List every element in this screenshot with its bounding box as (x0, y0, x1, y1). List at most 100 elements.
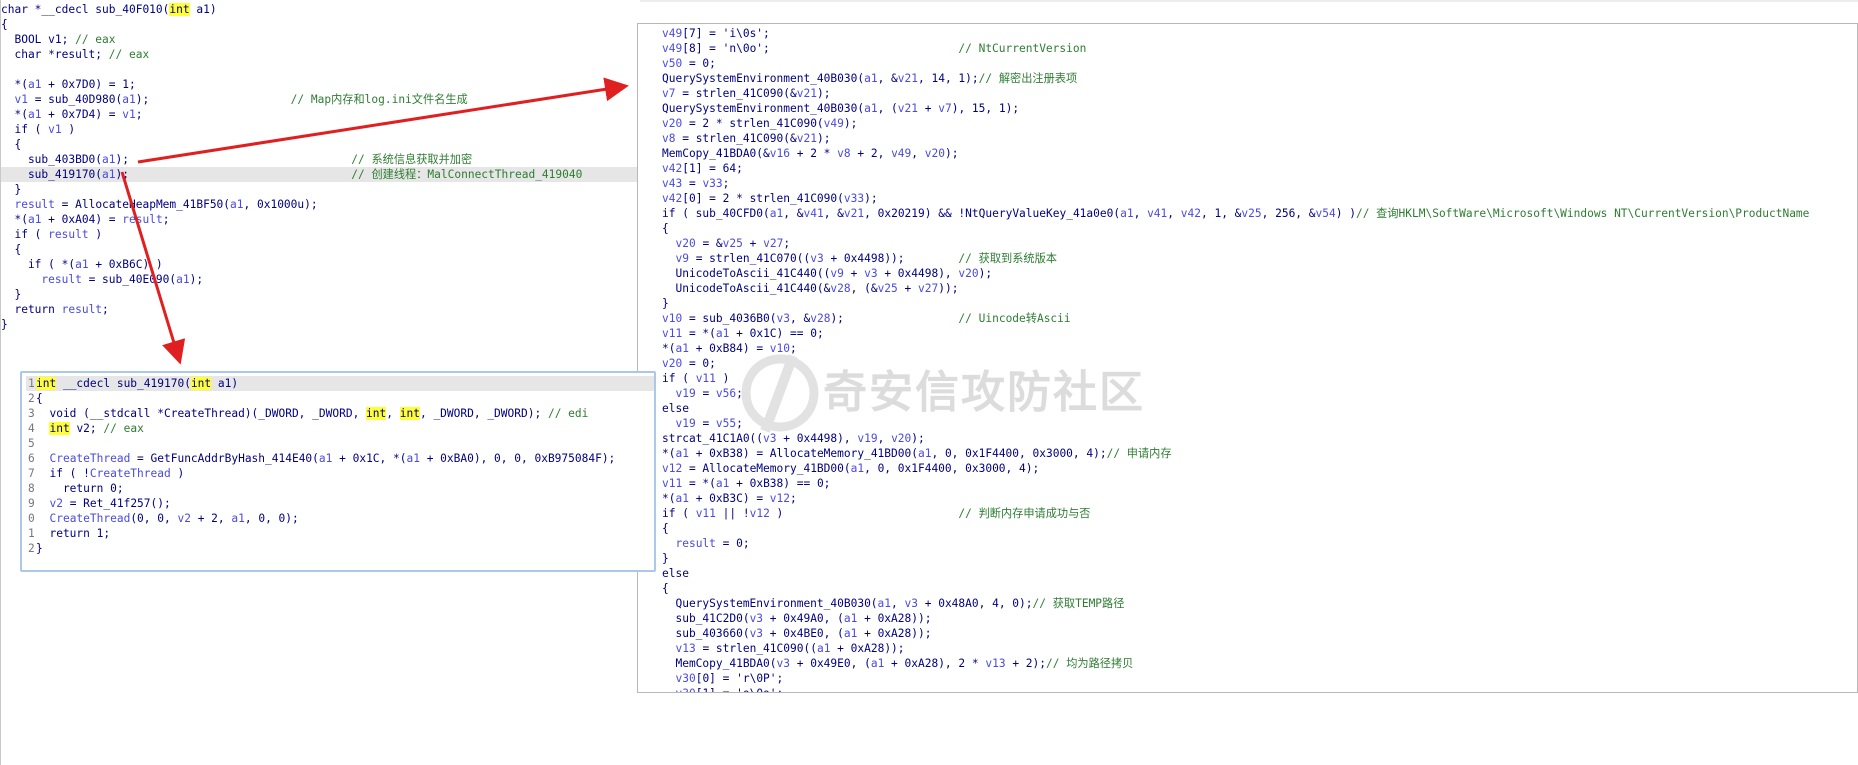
code-line[interactable]: *(a1 + 0xB38) = AllocateMemory_41BD00(a1… (662, 446, 1857, 461)
code-line[interactable]: UnicodeToAscii_41C440((v9 + v3 + 0x4498)… (662, 266, 1857, 281)
code-identifier[interactable]: v7 (938, 102, 951, 115)
code-identifier[interactable]: v20 (891, 432, 911, 445)
code-line[interactable]: if ( *(a1 + 0xB6C) ) (1, 257, 640, 272)
code-identifier[interactable]: v3 (777, 312, 790, 325)
code-identifier[interactable]: v12 (662, 462, 682, 475)
code-line[interactable]: v20 = &v25 + v27; (662, 236, 1857, 251)
code-identifier[interactable]: v25 (878, 282, 898, 295)
code-identifier[interactable]: a1 (122, 93, 135, 106)
code-line[interactable]: 9 v2 = Ret_41f257(); (26, 496, 654, 511)
code-identifier[interactable]: a1 (675, 492, 688, 505)
code-identifier[interactable]: v25 (723, 237, 743, 250)
code-line[interactable]: v19 = v56; (662, 386, 1857, 401)
code-identifier[interactable]: a1 (817, 642, 830, 655)
code-line[interactable]: else (662, 566, 1857, 581)
code-identifier[interactable]: v11 (662, 327, 682, 340)
code-identifier[interactable]: a1 (102, 153, 115, 166)
code-identifier[interactable]: v50 (662, 57, 682, 70)
code-identifier[interactable]: v13 (675, 642, 695, 655)
code-line[interactable]: { (662, 521, 1857, 536)
right-pseudocode-pane[interactable]: v49[7] = 'i\0s'; v49[8] = 'n\0o'; // NtCu… (637, 23, 1858, 693)
code-line[interactable]: v19 = v55; (662, 416, 1857, 431)
code-line[interactable]: strcat_41C1A0((v3 + 0x4498), v19, v20); (662, 431, 1857, 446)
code-line[interactable]: v7 = strlen_41C090(&v21); (662, 86, 1857, 101)
code-identifier[interactable]: v20 (675, 237, 695, 250)
code-line[interactable]: sub_403BD0(a1); // 系统信息获取并加密 (1, 152, 640, 167)
code-identifier[interactable]: result (122, 213, 162, 226)
code-identifier[interactable]: a1 (1120, 207, 1133, 220)
code-identifier[interactable]: v27 (918, 282, 938, 295)
code-identifier[interactable]: a1 (28, 213, 41, 226)
code-identifier[interactable]: v21 (797, 87, 817, 100)
code-line[interactable]: BOOL v1; // eax (1, 32, 640, 47)
code-identifier[interactable]: v21 (797, 132, 817, 145)
code-identifier[interactable]: v12 (750, 507, 770, 520)
code-line[interactable]: return result; (1, 302, 640, 317)
code-line[interactable]: } (1, 182, 640, 197)
code-identifier[interactable]: v19 (675, 387, 695, 400)
code-identifier[interactable]: v2 (177, 512, 190, 525)
code-identifier[interactable]: v3 (864, 267, 877, 280)
code-line[interactable]: } (1, 287, 640, 302)
code-identifier[interactable]: v3 (905, 597, 918, 610)
code-line[interactable]: v11 = *(a1 + 0x1C) == 0; (662, 326, 1857, 341)
code-line[interactable]: QuerySystemEnvironment_40B030(a1, &v21, … (662, 71, 1857, 86)
code-line[interactable]: char *result; // eax (1, 47, 640, 62)
code-identifier[interactable]: v1 (14, 93, 27, 106)
code-identifier[interactable]: a1 (231, 512, 244, 525)
code-identifier[interactable]: a1 (230, 198, 243, 211)
code-identifier[interactable]: v1 (48, 123, 61, 136)
code-line[interactable]: v8 = strlen_41C090(&v21); (662, 131, 1857, 146)
code-identifier[interactable]: a1 (675, 342, 688, 355)
code-identifier[interactable]: CreateThread (49, 452, 130, 465)
code-identifier[interactable]: v3 (750, 627, 763, 640)
code-line[interactable]: if ( sub_40CFD0(a1, &v41, &v21, 0x20219)… (662, 206, 1857, 221)
code-identifier[interactable]: a1 (176, 273, 189, 286)
code-identifier[interactable]: a1 (675, 447, 688, 460)
code-identifier[interactable]: v10 (770, 342, 790, 355)
code-identifier[interactable]: v11 (696, 372, 716, 385)
code-identifier[interactable]: a1 (844, 627, 857, 640)
code-identifier[interactable]: v20 (925, 147, 945, 160)
code-identifier[interactable]: a1 (716, 477, 729, 490)
code-identifier[interactable]: v20 (662, 357, 682, 370)
code-line[interactable]: 1 return 1; (26, 526, 654, 541)
code-identifier[interactable]: v54 (1316, 207, 1336, 220)
code-line[interactable]: v12 = AllocateMemory_41BD00(a1, 0, 0x1F4… (662, 461, 1857, 476)
code-identifier[interactable]: v19 (857, 432, 877, 445)
code-line[interactable]: 4 int v2; // eax (26, 421, 654, 436)
code-line[interactable]: sub_419170(a1); // 创建线程：MalConnectThread… (1, 167, 640, 182)
code-line[interactable]: 7 if ( !CreateThread ) (26, 466, 654, 481)
code-line[interactable]: MemCopy_41BDA0(&v16 + 2 * v8 + 2, v49, v… (662, 146, 1857, 161)
code-line[interactable]: v1 = sub_40D980(a1); // Map内存和log.ini文件名… (1, 92, 640, 107)
code-line[interactable]: 1int __cdecl sub_419170(int a1) (26, 376, 654, 391)
code-identifier[interactable]: v8 (837, 147, 850, 160)
code-identifier[interactable]: v16 (770, 147, 790, 160)
code-line[interactable]: if ( v11 ) (662, 371, 1857, 386)
code-identifier[interactable]: v28 (810, 312, 830, 325)
code-line[interactable]: if ( v11 || !v12 ) // 判断内存申请成功与否 (662, 506, 1857, 521)
code-line[interactable]: { (662, 581, 1857, 596)
code-line[interactable]: v30[0] = 'r\0P'; (662, 671, 1857, 686)
code-identifier[interactable]: result (675, 537, 715, 550)
code-line[interactable]: QuerySystemEnvironment_40B030(a1, (v21 +… (662, 101, 1857, 116)
code-identifier[interactable]: v19 (675, 417, 695, 430)
code-identifier[interactable]: v1 (122, 108, 135, 121)
code-line[interactable]: sub_41C2D0(v3 + 0x49A0, (a1 + 0xA28)); (662, 611, 1857, 626)
code-identifier[interactable]: a1 (851, 462, 864, 475)
code-identifier[interactable]: v28 (830, 282, 850, 295)
code-line[interactable]: v42[1] = 64; (662, 161, 1857, 176)
code-line[interactable]: { (1, 242, 640, 257)
code-identifier[interactable]: result (41, 273, 81, 286)
code-line[interactable]: char *__cdecl sub_40F010(int a1) (1, 2, 640, 17)
code-line[interactable]: if ( v1 ) (1, 122, 640, 137)
code-identifier[interactable]: v11 (662, 477, 682, 490)
code-line[interactable]: v10 = sub_4036B0(v3, &v28); // Uincode转A… (662, 311, 1857, 326)
code-identifier[interactable]: a1 (864, 102, 877, 115)
code-identifier[interactable]: v21 (844, 207, 864, 220)
code-line[interactable]: v20 = 0; (662, 356, 1857, 371)
code-line[interactable]: *(a1 + 0x7D4) = v1; (1, 107, 640, 122)
code-line[interactable]: 2} (26, 541, 654, 556)
code-identifier[interactable]: a1 (28, 78, 41, 91)
code-line[interactable]: v42[0] = 2 * strlen_41C090(v33); (662, 191, 1857, 206)
